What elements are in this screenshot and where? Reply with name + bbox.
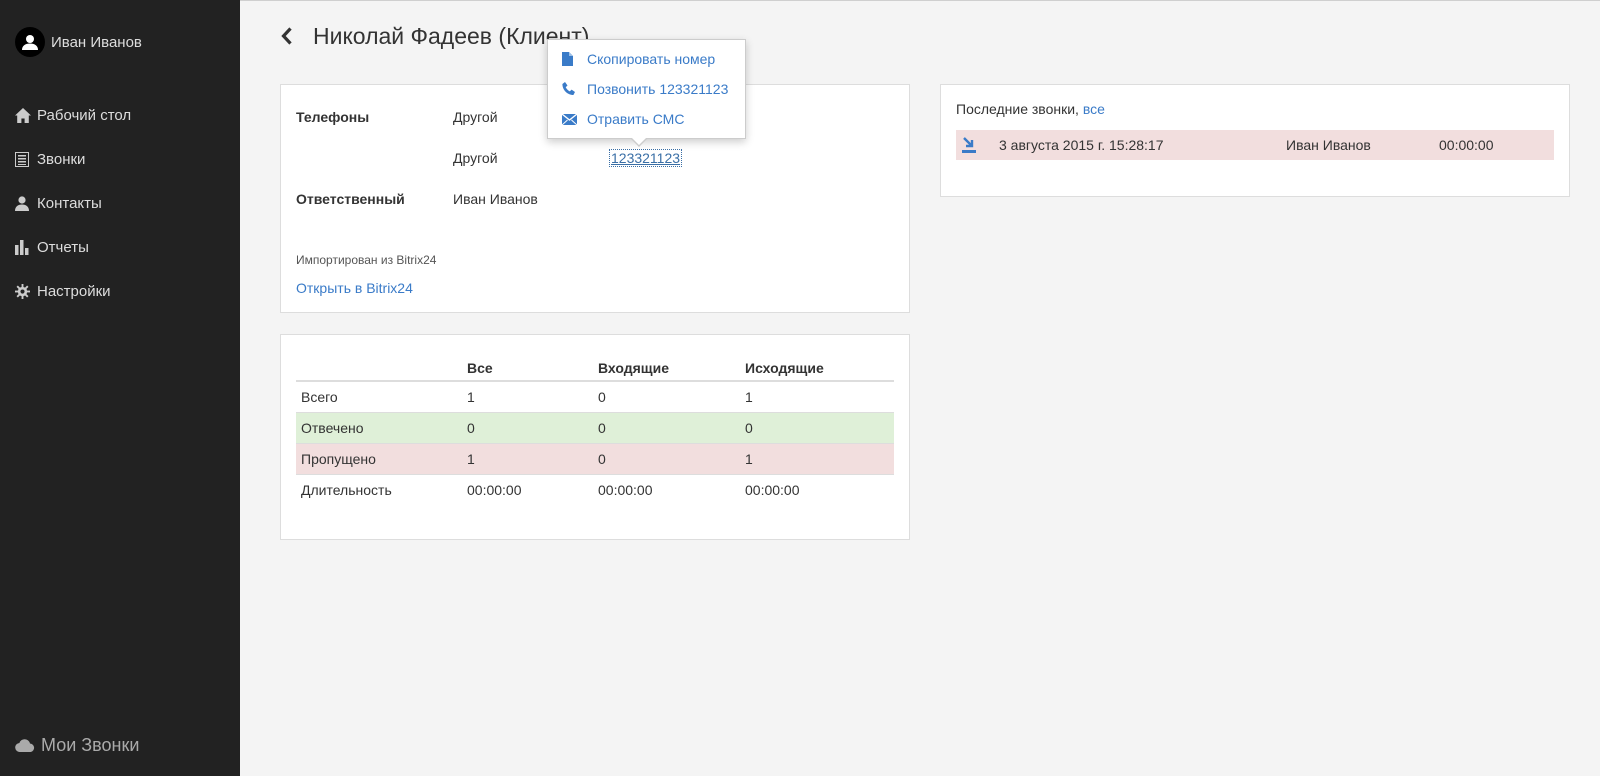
user-profile[interactable]: Иван Иванов <box>15 27 142 57</box>
column-header: Исходящие <box>740 355 894 382</box>
row-label: Длительность <box>296 473 462 505</box>
table-header-row: Все Входящие Исходящие <box>296 355 894 382</box>
imported-text: Импортирован из Bitrix24 <box>296 253 437 267</box>
user-avatar-icon <box>22 35 38 50</box>
sidebar-item-label: Отчеты <box>37 238 89 256</box>
sidebar-item-contacts[interactable]: Контакты <box>15 181 131 225</box>
envelope-icon <box>562 113 587 125</box>
page-header: Николай Фадеев (Клиент) <box>281 21 589 51</box>
open-in-bitrix-link[interactable]: Открыть в Bitrix24 <box>296 280 413 296</box>
brand-logo[interactable]: Мои Звонки <box>15 735 139 756</box>
call-row[interactable]: 3 августа 2015 г. 15:28:17 Иван Иванов 0… <box>956 130 1554 160</box>
chevron-left-icon[interactable] <box>281 21 301 51</box>
sidebar-item-settings[interactable]: Настройки <box>15 269 131 313</box>
column-header <box>296 355 462 382</box>
phone-number-link[interactable]: 123321123 <box>608 149 683 167</box>
brand-name: Мои Звонки <box>41 735 140 755</box>
recent-calls-title: Последние звонки, все <box>956 101 1105 117</box>
copy-number-button[interactable]: Скопировать номер <box>562 51 715 67</box>
sidebar-nav: Рабочий стол Звонки Контакты Отчеты Наст… <box>15 93 131 313</box>
recent-calls-heading: Последние звонки, <box>956 101 1079 117</box>
table-row: Длительность 00:00:00 00:00:00 00:00:00 <box>296 473 894 505</box>
sidebar-item-calls[interactable]: Звонки <box>15 137 131 181</box>
table-cell: 0 <box>593 380 740 412</box>
popover-item-label: Позвонить 123321123 <box>587 81 729 97</box>
table-row: Отвечено 0 0 0 <box>296 411 894 443</box>
table-cell: 00:00:00 <box>593 473 740 505</box>
sidebar-item-reports[interactable]: Отчеты <box>15 225 131 269</box>
call-stats-panel: Все Входящие Исходящие Всего 1 0 1 Отвеч… <box>280 334 910 540</box>
responsible-label: Ответственный <box>296 191 405 207</box>
sidebar-item-label: Звонки <box>37 150 86 168</box>
all-calls-link[interactable]: все <box>1083 101 1105 117</box>
row-label: Пропущено <box>296 442 462 474</box>
phone-type: Другой <box>453 150 498 166</box>
row-label: Отвечено <box>296 411 462 443</box>
recent-calls-panel: Последние звонки, все 3 августа 2015 г. … <box>940 84 1570 197</box>
table-cell: 0 <box>740 411 894 443</box>
table-cell: 00:00:00 <box>740 473 894 505</box>
table-cell: 0 <box>462 411 593 443</box>
call-user: Иван Иванов <box>1286 137 1371 153</box>
table-cell: 1 <box>462 380 593 412</box>
list-icon <box>15 151 37 167</box>
bar-chart-icon <box>15 239 37 255</box>
gear-icon <box>15 283 37 299</box>
user-name: Иван Иванов <box>51 33 142 51</box>
call-number-button[interactable]: Позвонить 123321123 <box>562 81 728 97</box>
table-cell: 0 <box>593 411 740 443</box>
phone-actions-popover: Скопировать номер Позвонить 123321123 От… <box>547 39 746 147</box>
avatar <box>15 27 45 57</box>
table-cell: 0 <box>593 442 740 474</box>
top-border <box>240 0 1600 1</box>
phone-icon <box>562 82 587 96</box>
table-row: Пропущено 1 0 1 <box>296 442 894 474</box>
responsible-name: Иван Иванов <box>453 191 538 207</box>
call-stats-table: Все Входящие Исходящие Всего 1 0 1 Отвеч… <box>296 355 894 505</box>
column-header: Все <box>462 355 593 382</box>
sidebar-item-label: Рабочий стол <box>37 106 132 124</box>
sidebar-item-label: Контакты <box>37 194 102 212</box>
user-icon <box>15 195 37 211</box>
send-sms-button[interactable]: Отравить СМС <box>562 111 684 127</box>
popover-item-label: Отравить СМС <box>587 111 685 127</box>
home-icon <box>15 107 37 123</box>
table-cell: 00:00:00 <box>462 473 593 505</box>
table-cell: 1 <box>740 442 894 474</box>
table-cell: 1 <box>462 442 593 474</box>
sidebar-item-label: Настройки <box>37 282 111 300</box>
sidebar: Иван Иванов Рабочий стол Звонки Контакты… <box>0 0 240 776</box>
table-cell: 1 <box>740 380 894 412</box>
phone-type: Другой <box>453 109 498 125</box>
popover-arrow <box>630 137 648 147</box>
sidebar-item-dashboard[interactable]: Рабочий стол <box>15 93 131 137</box>
column-header: Входящие <box>593 355 740 382</box>
outgoing-call-icon <box>962 137 976 156</box>
cloud-icon <box>15 739 41 752</box>
row-label: Всего <box>296 380 462 412</box>
popover-item-label: Скопировать номер <box>587 51 716 67</box>
call-duration: 00:00:00 <box>1439 137 1494 153</box>
phones-label: Телефоны <box>296 109 370 125</box>
table-row: Всего 1 0 1 <box>296 380 894 412</box>
file-icon <box>562 52 587 66</box>
call-date: 3 августа 2015 г. 15:28:17 <box>999 137 1164 153</box>
